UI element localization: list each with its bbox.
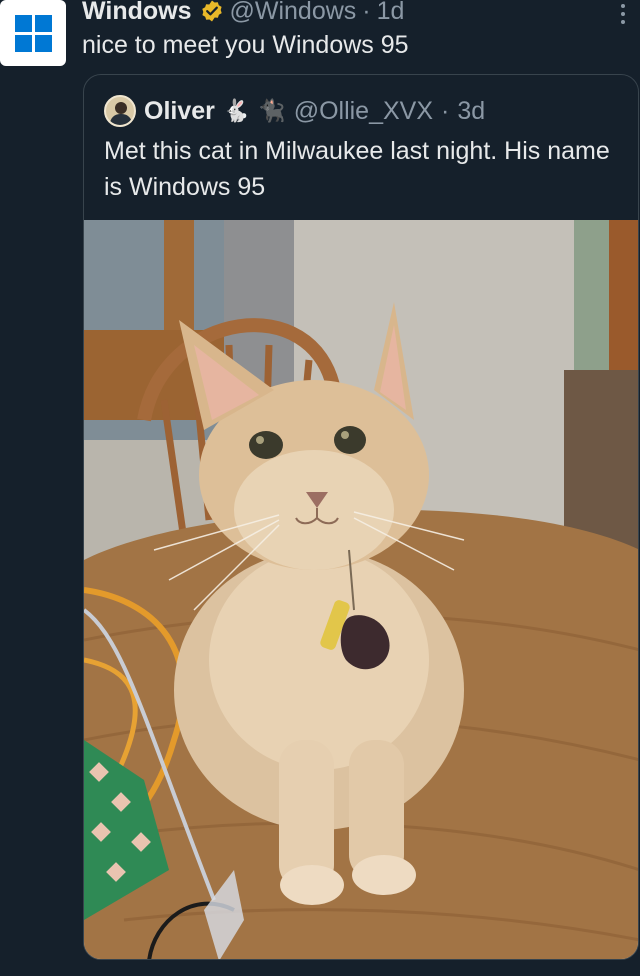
tweet[interactable]: Windows @Windows · 1d nice to meet you W… xyxy=(0,0,640,976)
quoted-author-handle[interactable]: @Ollie_XVX xyxy=(294,97,433,126)
cat-photo[interactable] xyxy=(84,220,638,959)
author-handle[interactable]: @Windows xyxy=(230,0,357,26)
verified-badge-icon xyxy=(201,0,222,22)
windows-avatar[interactable] xyxy=(0,0,66,66)
quoted-author-name[interactable]: Oliver xyxy=(144,97,215,126)
quoted-tweet-timestamp[interactable]: 3d xyxy=(457,97,485,126)
more-options-icon[interactable] xyxy=(618,0,628,28)
quoted-tweet-header: Oliver 🐇 🐈‍⬛ @Ollie_XVX · 3d xyxy=(104,93,485,129)
quoted-tweet[interactable]: Oliver 🐇 🐈‍⬛ @Ollie_XVX · 3d Met this ca… xyxy=(83,74,639,960)
rabbit-emoji-icon: 🐇 xyxy=(222,98,251,123)
oliver-avatar[interactable] xyxy=(104,95,136,127)
cat-photo-illustration xyxy=(84,220,638,959)
tweet-timestamp[interactable]: 1d xyxy=(377,0,405,26)
tweet-text: nice to meet you Windows 95 xyxy=(82,31,409,59)
windows-logo-icon xyxy=(14,14,52,52)
dot-separator: · xyxy=(362,0,371,25)
author-name[interactable]: Windows xyxy=(82,0,192,26)
tweet-header: Windows @Windows · 1d xyxy=(82,0,404,28)
quoted-tweet-text: Met this cat in Milwaukee last night. Hi… xyxy=(104,137,610,201)
black-cat-emoji-icon: 🐈‍⬛ xyxy=(258,98,286,123)
dot-separator: · xyxy=(441,96,450,125)
